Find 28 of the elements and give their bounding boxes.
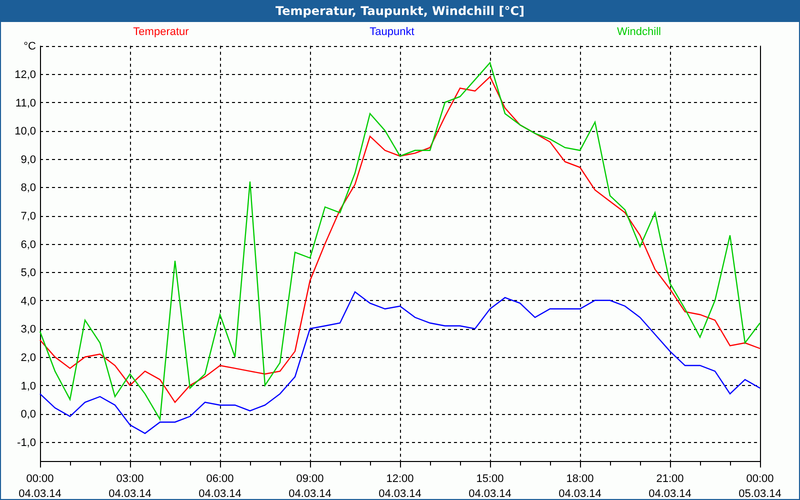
legend-label: Temperatur	[133, 26, 189, 38]
legend-label: Taupunkt	[370, 26, 414, 38]
x-axis-label: 12:00 04.03.14	[378, 472, 422, 499]
legend-label: Windchill	[617, 26, 661, 38]
window-title: Temperatur, Taupunkt, Windchill [°C]	[276, 4, 524, 18]
x-axis-label: 09:00 04.03.14	[288, 472, 332, 499]
x-axis-label: 06:00 04.03.14	[198, 472, 242, 499]
y-axis-label: 9,0	[20, 154, 36, 166]
x-axis-label: 15:00 04.03.14	[468, 472, 512, 499]
x-axis-label: 18:00 04.03.14	[558, 472, 602, 499]
y-axis-label: 1,0	[20, 380, 36, 392]
x-axis-label: 00:00 05.03.14	[738, 472, 782, 499]
x-axis-label: 03:00 04.03.14	[108, 472, 152, 499]
y-axis-label: 11,0	[15, 97, 36, 110]
y-axis-label: -1,0	[17, 436, 36, 449]
y-axis-label: 10,0	[14, 126, 36, 138]
y-axis-label: 6,0	[20, 238, 36, 251]
x-axis-label: 00:00 04.03.14	[18, 472, 62, 499]
y-axis-label: °C	[24, 40, 36, 53]
y-axis-label: 0,0	[20, 408, 36, 421]
y-axis-label: 4,0	[20, 295, 36, 308]
y-axis-label: 7,0	[20, 210, 36, 222]
y-axis-label: 3,0	[20, 324, 36, 336]
y-axis-label: 2,0	[20, 352, 36, 364]
y-axis-label: 8,0	[20, 182, 36, 194]
y-axis-label: 12,0	[14, 69, 36, 81]
y-axis-label: 5,0	[20, 267, 36, 280]
x-axis-label: 21:00 04.03.14	[648, 472, 692, 499]
